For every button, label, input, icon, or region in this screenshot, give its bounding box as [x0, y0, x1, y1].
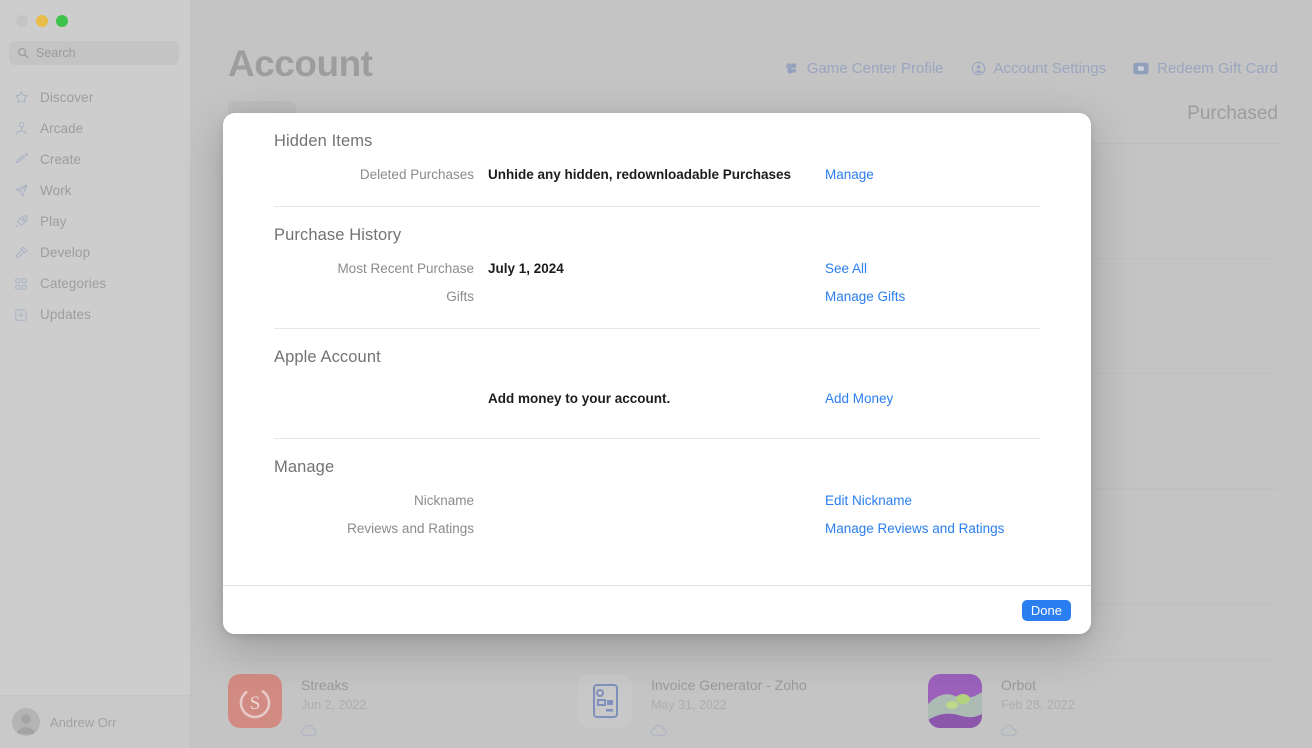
- sidebar-item-label: Work: [40, 183, 72, 198]
- sidebar-item-work[interactable]: Work: [0, 175, 190, 206]
- sidebar-item-label: Develop: [40, 245, 91, 260]
- dialog-footer: Done: [223, 585, 1091, 634]
- sidebar-user-name: Andrew Orr: [50, 714, 117, 730]
- sidebar-item-categories[interactable]: Categories: [0, 268, 190, 299]
- search-placeholder: Search: [36, 45, 76, 60]
- sidebar-nav: Discover Arcade Create Work Play Develop…: [0, 82, 190, 330]
- sidebar-item-arcade[interactable]: Arcade: [0, 113, 190, 144]
- section-purchase-history: Purchase History Most Recent Purchase Ju…: [274, 207, 1040, 329]
- field-row-gifts: Gifts Manage Gifts: [274, 282, 1040, 310]
- field-value: July 1, 2024: [488, 260, 564, 276]
- edit-nickname-link[interactable]: Edit Nickname: [825, 493, 1040, 508]
- field-label: Deleted Purchases: [359, 166, 474, 182]
- section-title: Apple Account: [274, 348, 381, 366]
- sidebar-item-develop[interactable]: Develop: [0, 237, 190, 268]
- manage-link[interactable]: Manage: [825, 167, 1040, 182]
- sidebar-item-updates[interactable]: Updates: [0, 299, 190, 330]
- manage-gifts-link[interactable]: Manage Gifts: [825, 289, 1040, 304]
- dialog-body: Hidden Items Deleted Purchases Unhide an…: [223, 113, 1091, 585]
- sidebar-item-label: Updates: [40, 307, 91, 322]
- sidebar-item-label: Arcade: [40, 121, 84, 136]
- paper-plane-icon: [13, 183, 29, 199]
- sidebar-item-create[interactable]: Create: [0, 144, 190, 175]
- app-window: Search Discover Arcade Create Work Play …: [0, 0, 1312, 748]
- manage-reviews-and-ratings-link[interactable]: Manage Reviews and Ratings: [825, 521, 1040, 536]
- field-label: Gifts: [446, 288, 474, 304]
- section-hidden-items: Hidden Items Deleted Purchases Unhide an…: [274, 113, 1040, 207]
- grid-icon: [13, 276, 29, 292]
- section-title: Manage: [274, 458, 335, 476]
- sidebar-item-label: Categories: [40, 276, 107, 291]
- search-input[interactable]: Search: [9, 41, 179, 65]
- field-label: Nickname: [413, 492, 474, 508]
- sidebar: Search Discover Arcade Create Work Play …: [0, 0, 191, 748]
- joystick-icon: [13, 121, 29, 137]
- minimize-window-button[interactable]: [36, 15, 48, 27]
- avatar: [12, 708, 40, 736]
- window-traffic-lights: [0, 0, 190, 27]
- rocket-icon: [13, 214, 29, 230]
- field-row-add-money: Add money to your account. Add Money: [274, 376, 1040, 420]
- hammer-icon: [13, 245, 29, 261]
- done-button[interactable]: Done: [1021, 599, 1071, 621]
- sidebar-item-discover[interactable]: Discover: [0, 82, 190, 113]
- maximize-window-button[interactable]: [56, 15, 68, 27]
- paintbrush-icon: [13, 152, 29, 168]
- field-value: Unhide any hidden, redownloadable Purcha…: [488, 166, 792, 182]
- section-apple-account: Apple Account Add money to your account.…: [274, 329, 1040, 439]
- section-manage: Manage Nickname Edit Nickname Reviews an…: [274, 439, 1040, 542]
- sidebar-user-row[interactable]: Andrew Orr: [0, 695, 190, 748]
- field-row-deleted-purchases: Deleted Purchases Unhide any hidden, red…: [274, 160, 1040, 188]
- sidebar-item-label: Create: [40, 152, 82, 167]
- sidebar-item-label: Discover: [40, 90, 94, 105]
- field-label: Most Recent Purchase: [337, 260, 474, 276]
- see-all-link[interactable]: See All: [825, 261, 1040, 276]
- field-row-most-recent-purchase: Most Recent Purchase July 1, 2024 See Al…: [274, 254, 1040, 282]
- close-window-button[interactable]: [16, 15, 28, 27]
- sidebar-item-label: Play: [40, 214, 67, 229]
- section-title: Purchase History: [274, 226, 402, 244]
- field-value: Add money to your account.: [488, 390, 671, 406]
- sidebar-item-play[interactable]: Play: [0, 206, 190, 237]
- download-icon: [13, 307, 29, 323]
- add-money-link[interactable]: Add Money: [825, 391, 1040, 406]
- field-row-reviews-and-ratings: Reviews and Ratings Manage Reviews and R…: [274, 514, 1040, 542]
- field-row-nickname: Nickname Edit Nickname: [274, 486, 1040, 514]
- star-icon: [13, 90, 29, 106]
- search-icon: [17, 47, 29, 59]
- field-label: Reviews and Ratings: [347, 520, 474, 536]
- sidebar-search-wrap: Search: [0, 27, 190, 65]
- account-settings-dialog: Hidden Items Deleted Purchases Unhide an…: [223, 113, 1091, 634]
- section-title: Hidden Items: [274, 132, 373, 150]
